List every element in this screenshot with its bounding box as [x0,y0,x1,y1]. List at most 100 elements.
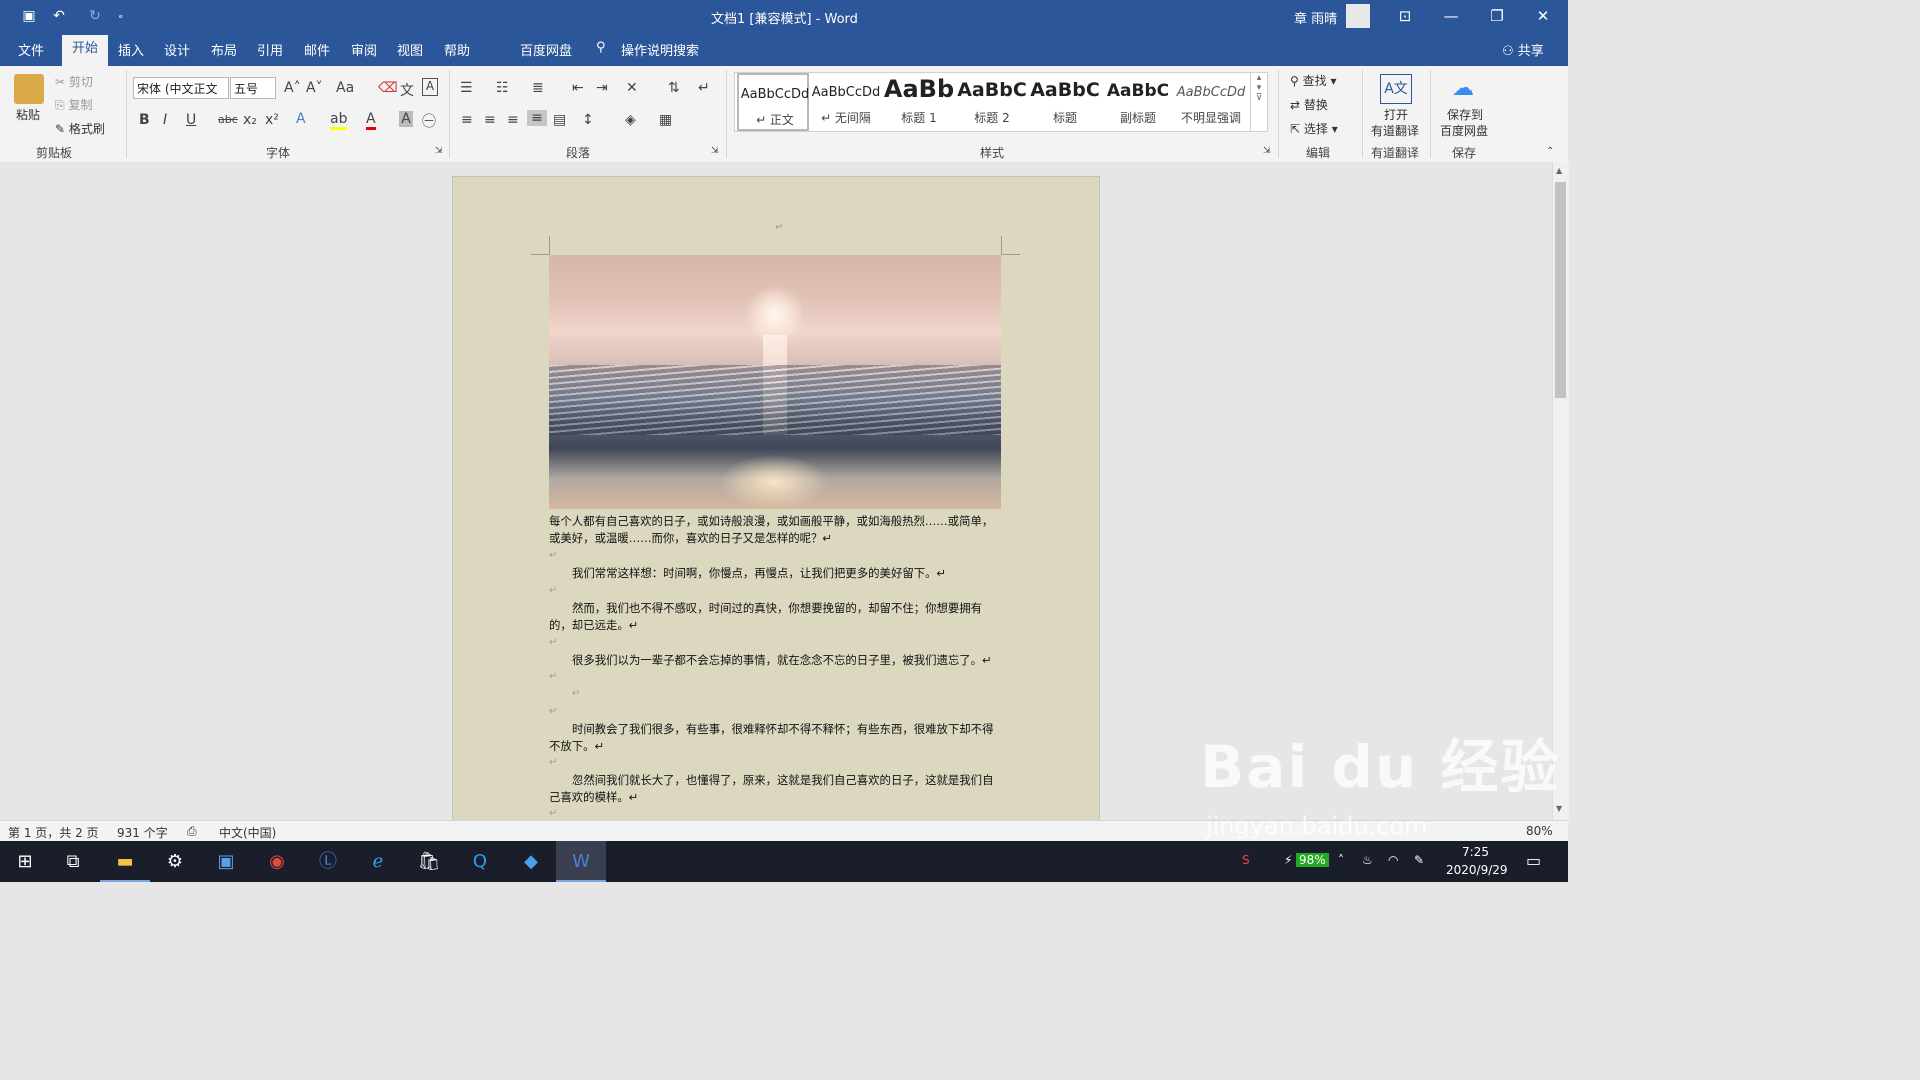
internet-explorer-icon[interactable]: ℯ [353,841,403,882]
close-button[interactable]: ✕ [1520,0,1566,32]
save-to-netdisk-label[interactable]: 百度网盘 [1440,122,1488,139]
open-translate-label[interactable]: 有道翻译 [1371,122,1419,139]
numbering-icon[interactable]: ☷ [496,80,509,96]
strikethrough-icon[interactable]: abc [218,113,238,126]
style-no-spacing[interactable]: AaBbCcDd ↵ 无间隔 [810,73,882,131]
align-right-icon[interactable]: ≡ [507,112,519,128]
paste-button[interactable]: 粘贴 [16,106,40,123]
tab-design[interactable]: 设计 [164,40,190,59]
replace-button[interactable]: ⇄ 替换 [1290,96,1328,113]
file-explorer-icon[interactable]: ▬ [100,841,150,882]
format-painter-button[interactable]: ✎ 格式刷 [55,120,105,137]
align-left-icon[interactable]: ≡ [461,112,473,128]
share-button[interactable]: ⚇ 共享 [1502,40,1544,59]
windows-start-icon[interactable]: ⊞ [0,841,50,882]
paragraph[interactable]: 时间教会了我们很多，有些事，很难释怀却不得不释怀；有些东西，很难放下却不得不放下… [549,721,1004,755]
save-icon[interactable]: ▣ [18,6,40,26]
subscript-icon[interactable]: x₂ [243,112,257,128]
scroll-thumb[interactable] [1555,182,1566,398]
enclose-characters-icon[interactable]: ㊀ [422,111,436,131]
battery-indicator[interactable]: 98% [1296,853,1329,867]
shading-icon[interactable]: ◈ [625,112,636,128]
style-subtitle[interactable]: AaBbC 副标题 [1102,73,1174,131]
scroll-down-icon[interactable]: ▼ [1556,804,1562,813]
word-icon[interactable]: W [556,841,606,882]
store-icon[interactable]: 🛍 [404,841,454,882]
styles-scroll-more-icon[interactable]: ▴ ▾ ⊽ [1250,73,1267,131]
tab-file[interactable]: 文件 [18,40,44,59]
show-marks-icon[interactable]: ↵ [698,80,710,96]
sogou-icon[interactable]: S [1242,853,1250,867]
scroll-up-icon[interactable]: ▲ [1556,166,1562,175]
sunset-beach-image[interactable] [549,255,1001,509]
sort-icon[interactable]: ⇅ [668,80,680,96]
clock-time[interactable]: 7:25 [1462,845,1489,859]
justify-icon[interactable]: ≡ [527,110,547,126]
shrink-font-icon[interactable]: A˅ [306,80,323,96]
style-title[interactable]: AaBbC 标题 [1029,73,1101,131]
tab-insert[interactable]: 插入 [118,40,144,59]
cut-button[interactable]: ✂ 剪切 [55,73,93,90]
bullets-icon[interactable]: ☰ [460,80,473,96]
page-count[interactable]: 第 1 页，共 2 页 [8,824,99,841]
notification-icon[interactable]: ▭ [1526,851,1541,870]
language[interactable]: 中文(中国) [219,824,276,841]
pen-icon[interactable]: ✎ [1414,853,1424,867]
tab-view[interactable]: 视图 [397,40,423,59]
tab-help[interactable]: 帮助 [444,40,470,59]
show-hidden-icons-icon[interactable]: ˄ [1338,853,1344,867]
customize-quick-access-icon[interactable]: ₑ [110,6,132,26]
decrease-indent-icon[interactable]: ⇤ [572,80,584,96]
word-count[interactable]: 931 个字 [117,824,168,841]
paste-icon[interactable] [14,74,44,104]
increase-indent-icon[interactable]: ⇥ [596,80,608,96]
select-button[interactable]: ⇱ 选择 ▾ [1290,120,1338,137]
ribbon-display-options-icon[interactable]: ⊡ [1382,0,1428,32]
tab-references[interactable]: 引用 [257,40,283,59]
restore-button[interactable]: ❐ [1474,0,1520,32]
character-shading-icon[interactable]: A [399,111,413,127]
paragraph-dialog-launcher-icon[interactable]: ⇲ [711,146,719,156]
chrome-icon[interactable]: ◉ [252,841,302,882]
bold-icon[interactable]: B [139,112,150,128]
copy-button[interactable]: ⎘ 复制 [55,96,92,113]
style-normal[interactable]: AaBbCcDd ↵ 正文 [737,73,809,131]
phonetic-guide-icon[interactable]: 文 [400,80,414,100]
borders-icon[interactable]: ▦ [659,112,672,128]
paragraph[interactable]: 忽然间我们就长大了，也懂得了，原来，这就是我们自己喜欢的日子，这就是我们自己喜欢… [549,772,1004,806]
tell-me-search[interactable]: 操作说明搜索 [621,40,699,59]
chinese-layout-icon[interactable]: ✕ [626,80,638,96]
style-subtle-emphasis[interactable]: AaBbCcDd 不明显强调 [1175,73,1247,131]
app-q-icon[interactable]: Q [455,841,505,882]
character-border-icon[interactable]: A [422,78,438,96]
photos-icon[interactable]: ▣ [201,841,251,882]
collapse-ribbon-icon[interactable]: ⌃ [1546,146,1554,157]
font-name-dropdown[interactable]: 宋体 (中文正文 [133,77,229,99]
text-effects-icon[interactable]: A [296,111,306,127]
open-translate-button[interactable]: 打开 [1384,106,1408,123]
avatar[interactable] [1346,4,1370,28]
tab-review[interactable]: 审阅 [351,40,377,59]
paragraph[interactable]: 我们常常这样想：时间啊，你慢点，再慢点，让我们把更多的美好留下。↵ [549,565,1004,582]
translate-icon[interactable]: A文 [1380,74,1412,104]
tab-home[interactable]: 开始 [62,35,109,66]
paragraph[interactable]: 很多我们以为一辈子都不会忘掉的事情，就在念念不忘的日子里，被我们遗忘了。↵ [549,652,1004,669]
clock-date[interactable]: 2020/9/29 [1446,863,1508,877]
distributed-icon[interactable]: ▤ [553,112,566,128]
redo-icon[interactable]: ↻ [84,6,106,26]
italic-icon[interactable]: I [163,112,167,128]
style-heading-1[interactable]: AaBb 标题 1 [883,73,955,131]
change-case-icon[interactable]: Aa [336,80,354,96]
grow-font-icon[interactable]: A˄ [284,80,301,96]
clear-formatting-icon[interactable]: ⌫ [378,80,398,96]
settings-icon[interactable]: ⚙ [150,841,200,882]
baidu-netdisk-icon[interactable]: ☁ [1452,76,1474,101]
proofing-icon[interactable]: ⎙ [187,824,197,839]
highlight-icon[interactable]: ab [330,111,348,130]
paragraph[interactable]: 每个人都有自己喜欢的日子，或如诗般浪漫，或如画般平静，或如海般热烈……或简单，或… [549,513,1004,547]
minimize-button[interactable]: — [1428,0,1474,32]
font-dialog-launcher-icon[interactable]: ⇲ [435,146,443,156]
font-size-dropdown[interactable]: 五号 [230,77,276,99]
styles-dialog-launcher-icon[interactable]: ⇲ [1263,146,1271,156]
underline-icon[interactable]: U [186,112,196,128]
